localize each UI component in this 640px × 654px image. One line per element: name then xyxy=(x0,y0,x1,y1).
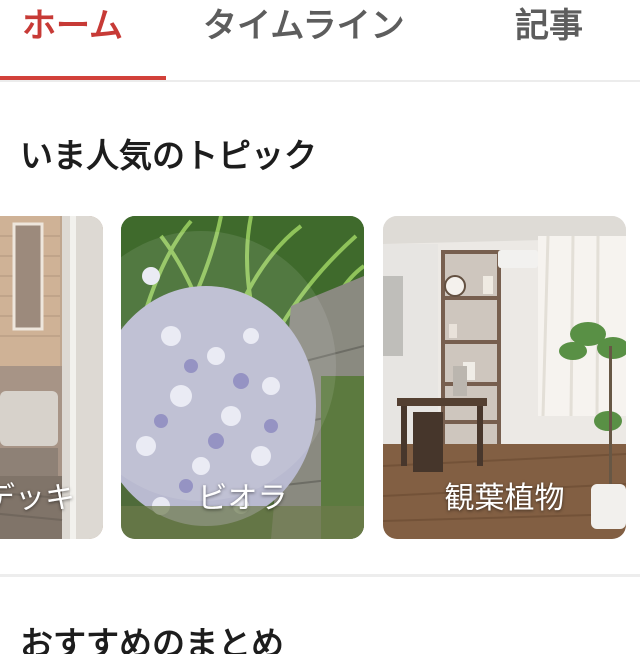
section-title-next: おすすめのまとめ xyxy=(20,624,360,654)
topic-card-label: 観葉植物 xyxy=(444,481,565,516)
topic-card-deck[interactable]: デッキ xyxy=(0,216,103,539)
topic-card-houseplants[interactable]: 観葉植物 xyxy=(383,216,626,539)
top-tab-bar: ホーム タイムライン 記事 xyxy=(0,0,640,80)
section-title-next-text: おすすめのまとめ xyxy=(20,624,284,654)
tab-home[interactable]: ホーム xyxy=(22,4,123,48)
section-divider xyxy=(0,574,640,577)
topic-card-label: デッキ xyxy=(0,481,75,516)
tab-bar-divider xyxy=(0,80,640,82)
tab-articles[interactable]: 記事 xyxy=(515,4,583,48)
topic-card-label: ビオラ xyxy=(197,481,288,516)
topic-card-viola[interactable]: ビオラ xyxy=(121,216,364,539)
tab-timeline[interactable]: タイムライン xyxy=(203,4,405,48)
section-title-popular-topics: いま人気のトピック xyxy=(20,136,317,175)
